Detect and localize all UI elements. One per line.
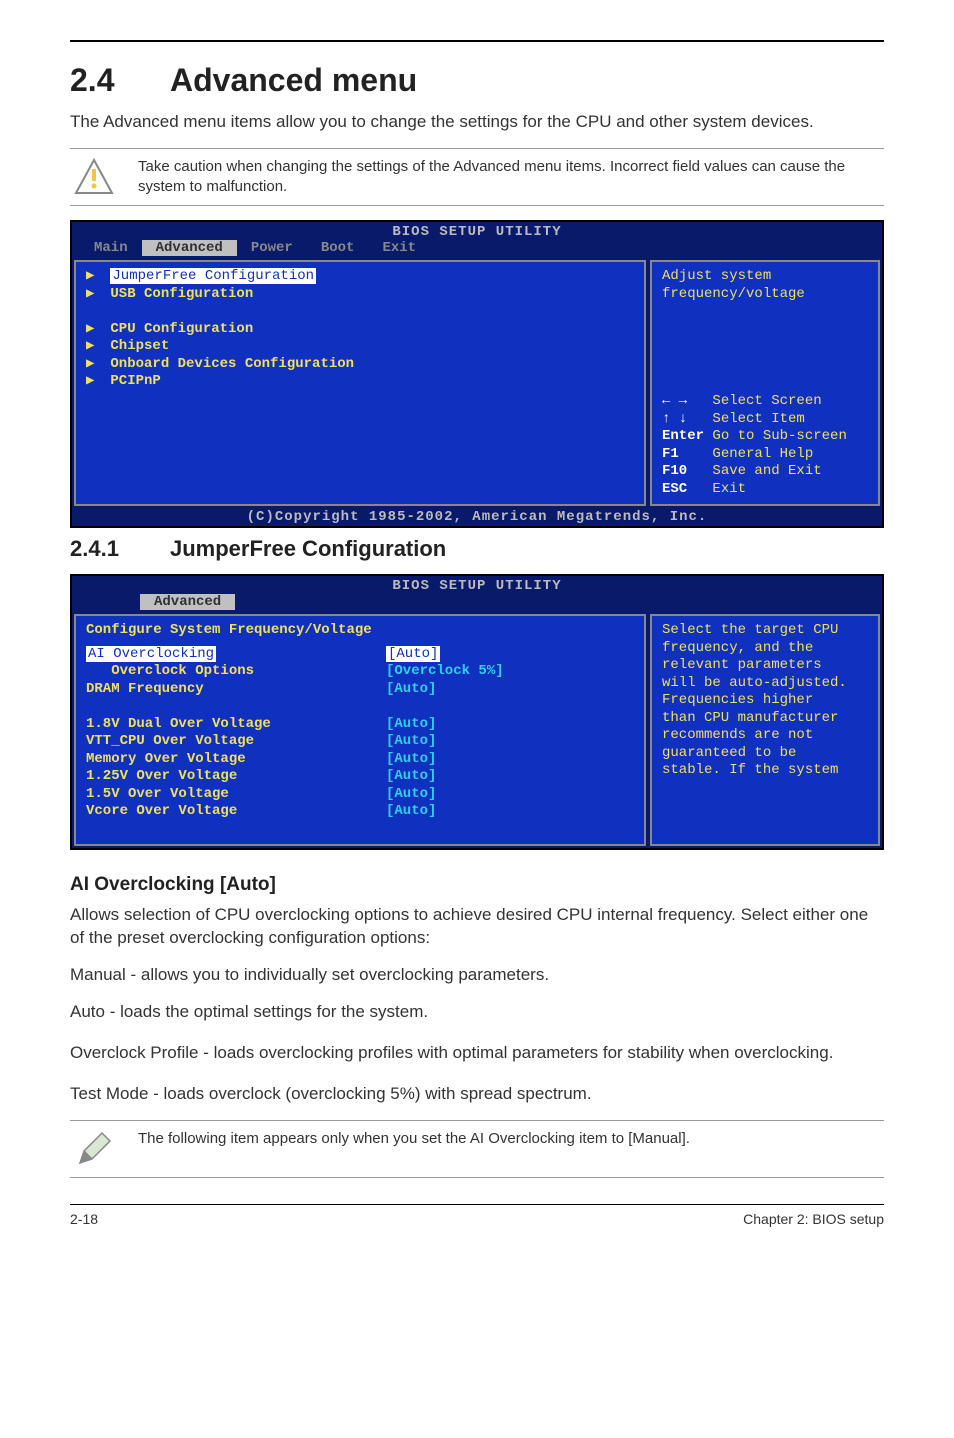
bios-menu-item: ▶ USB Configuration xyxy=(86,286,634,304)
auto-option: Auto - loads the optimal settings for th… xyxy=(70,1001,884,1024)
bios-right-panel: Adjust system frequency/voltage ← → Sele… xyxy=(650,260,880,506)
spacer xyxy=(86,698,634,716)
bios-screenshot-2: BIOS SETUP UTILITY Advanced Configure Sy… xyxy=(70,574,884,850)
bios2-setting-row: VTT_CPU Over Voltage[Auto] xyxy=(86,733,634,751)
bios-copyright: (C)Copyright 1985-2002, American Megatre… xyxy=(72,508,882,526)
ai-overclocking-body: Allows selection of CPU overclocking opt… xyxy=(70,904,884,950)
profile-option: Overclock Profile - loads overclocking p… xyxy=(70,1038,884,1069)
page-number: 2-18 xyxy=(70,1211,98,1227)
bios2-heading: Configure System Frequency/Voltage xyxy=(86,622,634,640)
bios-menu-item: ▶ CPU Configuration xyxy=(86,321,634,339)
section-heading: 2.4Advanced menu xyxy=(70,62,884,99)
bios2-tab-row: Advanced xyxy=(72,594,882,612)
testmode-option: Test Mode - loads overclock (overclockin… xyxy=(70,1083,884,1106)
bios-tab-power: Power xyxy=(237,240,307,256)
bios-key-hint: Enter Go to Sub-screen xyxy=(662,428,868,446)
spacer xyxy=(86,303,634,321)
pencil-icon xyxy=(74,1129,114,1169)
bios2-setting-row: AI Overclocking[Auto] xyxy=(86,646,634,664)
bios-screenshot-1: BIOS SETUP UTILITY MainAdvancedPowerBoot… xyxy=(70,220,884,528)
bios-key-hint: ESC Exit xyxy=(662,481,868,499)
subsection-number: 2.4.1 xyxy=(70,536,170,562)
caution-icon xyxy=(74,157,114,197)
bios-help-text: Adjust system frequency/voltage xyxy=(662,268,868,303)
bios-tab-exit: Exit xyxy=(368,240,430,256)
bios-left-panel: ▶ JumperFree Configuration▶ USB Configur… xyxy=(74,260,646,506)
bios-key-hint: F10 Save and Exit xyxy=(662,463,868,481)
bios-key-hint: ← → Select Screen xyxy=(662,393,868,411)
section-title-text: Advanced menu xyxy=(170,62,417,98)
bios2-tab-advanced: Advanced xyxy=(140,594,235,610)
bios2-title: BIOS SETUP UTILITY xyxy=(72,576,882,594)
chapter-label: Chapter 2: BIOS setup xyxy=(743,1211,884,1227)
bios2-setting-row: 1.25V Over Voltage[Auto] xyxy=(86,768,634,786)
intro-paragraph: The Advanced menu items allow you to cha… xyxy=(70,111,884,134)
bios-title: BIOS SETUP UTILITY xyxy=(72,222,882,240)
bios2-setting-row: Overclock Options[Overclock 5%] xyxy=(86,663,634,681)
caution-text: Take caution when changing the settings … xyxy=(138,157,884,198)
bios-menu-item: ▶ JumperFree Configuration xyxy=(86,268,634,286)
bios-menu-item: ▶ Onboard Devices Configuration xyxy=(86,356,634,374)
bios2-setting-row: 1.8V Dual Over Voltage[Auto] xyxy=(86,716,634,734)
bios-menu-item: ▶ Chipset xyxy=(86,338,634,356)
subsection-heading: 2.4.1JumperFree Configuration xyxy=(70,536,884,562)
bios2-setting-row: DRAM Frequency[Auto] xyxy=(86,681,634,699)
note-callout: The following item appears only when you… xyxy=(70,1120,884,1178)
bios2-setting-row: Memory Over Voltage[Auto] xyxy=(86,751,634,769)
bios-key-hint: F1 General Help xyxy=(662,446,868,464)
bios2-setting-row: 1.5V Over Voltage[Auto] xyxy=(86,786,634,804)
bios-tab-advanced: Advanced xyxy=(142,240,237,256)
bios2-right-panel: Select the target CPU frequency, and the… xyxy=(650,614,880,846)
bios-tab-row: MainAdvancedPowerBootExit xyxy=(72,240,882,258)
bios-tab-boot: Boot xyxy=(307,240,369,256)
bios2-left-panel: Configure System Frequency/Voltage AI Ov… xyxy=(74,614,646,846)
bios2-setting-row: Vcore Over Voltage[Auto] xyxy=(86,803,634,821)
bios2-help-text: Select the target CPU frequency, and the… xyxy=(662,622,868,780)
manual-option: Manual - allows you to individually set … xyxy=(70,964,884,987)
bios-menu-item: ▶ PCIPnP xyxy=(86,373,634,391)
note-text: The following item appears only when you… xyxy=(138,1129,690,1149)
bios-tab-main: Main xyxy=(80,240,142,256)
section-number: 2.4 xyxy=(70,62,170,99)
bios-key-hint: ↑ ↓ Select Item xyxy=(662,411,868,429)
ai-overclocking-heading: AI Overclocking [Auto] xyxy=(70,874,884,896)
bios-key-hints: ← → Select Screen↑ ↓ Select ItemEnter Go… xyxy=(662,393,868,498)
subsection-title: JumperFree Configuration xyxy=(170,536,446,561)
caution-callout: Take caution when changing the settings … xyxy=(70,148,884,207)
page-footer: 2-18 Chapter 2: BIOS setup xyxy=(70,1204,884,1227)
